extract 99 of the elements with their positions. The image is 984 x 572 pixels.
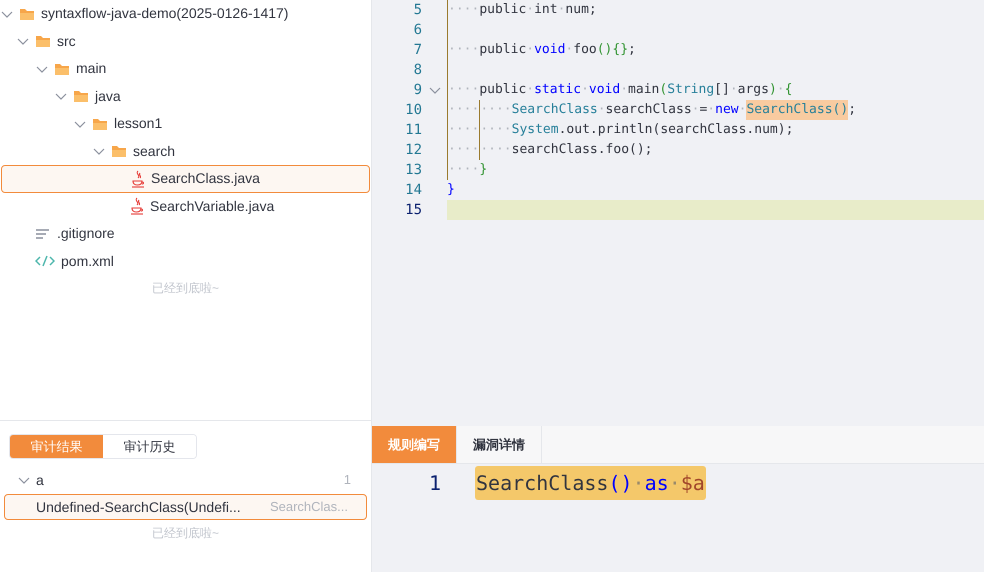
group-name: a bbox=[36, 470, 45, 490]
result-path: SearchClas... bbox=[270, 498, 348, 516]
line-number: 10 bbox=[404, 100, 422, 120]
file-name: pom.xml bbox=[61, 252, 114, 271]
code-token: .out.println(searchClass.num); bbox=[558, 121, 794, 140]
code-token: SearchClass() bbox=[746, 100, 848, 120]
tree-item[interactable]: SearchVariable.java bbox=[1, 192, 370, 220]
whitespace-marker: · bbox=[565, 41, 574, 60]
code-token: public bbox=[479, 81, 526, 100]
code-token: ) bbox=[768, 81, 777, 100]
code-token: public bbox=[479, 1, 526, 20]
end-of-list-note: 已经到底啦~ bbox=[150, 280, 220, 297]
file-name: java bbox=[95, 86, 121, 106]
code-token: new bbox=[715, 101, 739, 120]
code-token: int bbox=[534, 1, 558, 20]
code-token: main bbox=[628, 81, 660, 100]
code-token: $a bbox=[680, 470, 705, 497]
tree-item[interactable]: syntaxflow-java-demo(2025-0126-1417) bbox=[1, 0, 370, 28]
folder-icon bbox=[19, 6, 35, 21]
text-lines-icon bbox=[35, 226, 51, 241]
line-number: 6 bbox=[412, 20, 422, 40]
whitespace-marker: · bbox=[620, 81, 628, 100]
code-token: SearchClass bbox=[512, 101, 598, 120]
whitespace-marker: · bbox=[738, 101, 746, 120]
result-item[interactable]: Undefined-SearchClass(Undefi... SearchClas... bbox=[4, 494, 367, 520]
code-token: searchClass.foo(); bbox=[512, 141, 653, 160]
whitespace-marker: · bbox=[707, 101, 716, 120]
tree-item[interactable]: pom.xml bbox=[1, 248, 370, 275]
code-token: num; bbox=[565, 1, 597, 20]
whitespace-marker: · bbox=[776, 81, 785, 100]
code-token: public bbox=[479, 41, 526, 60]
end-of-list-note: 已经到底啦~ bbox=[150, 525, 220, 542]
tree-item[interactable]: search bbox=[1, 138, 370, 165]
line-number: 1 bbox=[428, 470, 441, 497]
tree-item[interactable]: lesson1 bbox=[1, 110, 370, 138]
tree-item[interactable]: SearchClass.java bbox=[1, 165, 370, 192]
code-token: static bbox=[534, 81, 582, 100]
tab[interactable]: 漏洞详情 bbox=[457, 426, 542, 463]
code-token: as bbox=[644, 470, 669, 497]
code-token: foo bbox=[573, 41, 597, 60]
code-token: = bbox=[699, 101, 708, 120]
code-token: args bbox=[738, 81, 769, 100]
whitespace-marker: · bbox=[526, 81, 534, 100]
whitespace-marker: · bbox=[526, 1, 534, 20]
whitespace-marker: · bbox=[558, 1, 566, 20]
line-number: 5 bbox=[412, 0, 422, 20]
line-number: 7 bbox=[412, 40, 422, 60]
folder-icon bbox=[54, 62, 70, 76]
code-token: } bbox=[447, 181, 455, 200]
file-name: SearchVariable.java bbox=[150, 196, 274, 216]
code-token: () bbox=[608, 470, 633, 497]
code-token: SearchClass bbox=[476, 470, 608, 497]
file-name: main bbox=[76, 59, 106, 78]
result-group[interactable]: a 1 bbox=[0, 466, 371, 494]
line-number: 14 bbox=[404, 180, 422, 200]
line-number: 8 bbox=[412, 60, 422, 80]
code-token: (){} bbox=[596, 41, 628, 60]
code-token: { bbox=[784, 81, 792, 100]
tree-item[interactable]: main bbox=[1, 55, 370, 82]
file-name: src bbox=[57, 32, 76, 51]
tree-item[interactable]: src bbox=[1, 28, 370, 55]
line-number: 11 bbox=[404, 120, 422, 140]
line-number: 12 bbox=[404, 140, 422, 160]
whitespace-marker: · bbox=[526, 41, 534, 60]
file-name: lesson1 bbox=[114, 114, 162, 134]
code-token: } bbox=[479, 161, 488, 180]
file-name: .gitignore bbox=[57, 224, 115, 244]
code-token: String bbox=[667, 81, 714, 100]
code-token: ; bbox=[628, 41, 636, 60]
line-number: 15 bbox=[404, 200, 422, 220]
folder-icon bbox=[92, 116, 108, 131]
whitespace-marker: · bbox=[632, 470, 645, 497]
folder-icon bbox=[73, 89, 89, 104]
code-token: void bbox=[588, 81, 620, 100]
folder-icon bbox=[111, 144, 127, 158]
whitespace-marker: · bbox=[598, 101, 606, 120]
code-brackets-icon bbox=[35, 254, 55, 268]
whitespace-marker: · bbox=[581, 81, 589, 100]
java-cup-icon bbox=[131, 170, 145, 188]
whitespace-marker: · bbox=[730, 81, 738, 100]
result-title: Undefined-SearchClass(Undefi... bbox=[36, 498, 241, 517]
folder-icon bbox=[35, 34, 51, 48]
code-token: System bbox=[512, 121, 559, 140]
result-count: 1 bbox=[344, 471, 351, 490]
line-number: 9 bbox=[412, 80, 422, 100]
whitespace-marker: · bbox=[668, 470, 681, 497]
line-number: 13 bbox=[404, 160, 422, 180]
tree-item[interactable]: java bbox=[1, 82, 370, 110]
code-token: searchClass bbox=[606, 101, 692, 120]
file-name: SearchClass.java bbox=[151, 169, 260, 188]
whitespace-marker: · bbox=[692, 101, 700, 120]
code-token: ( bbox=[659, 81, 668, 100]
file-name: search bbox=[133, 142, 176, 161]
tree-item[interactable]: .gitignore bbox=[1, 220, 370, 248]
code-token: [] bbox=[714, 81, 730, 100]
code-token: void bbox=[534, 41, 566, 60]
file-name: syntaxflow-java-demo(2025-0126-1417) bbox=[41, 4, 288, 24]
code-token: ; bbox=[848, 101, 856, 120]
java-cup-icon bbox=[130, 197, 144, 216]
